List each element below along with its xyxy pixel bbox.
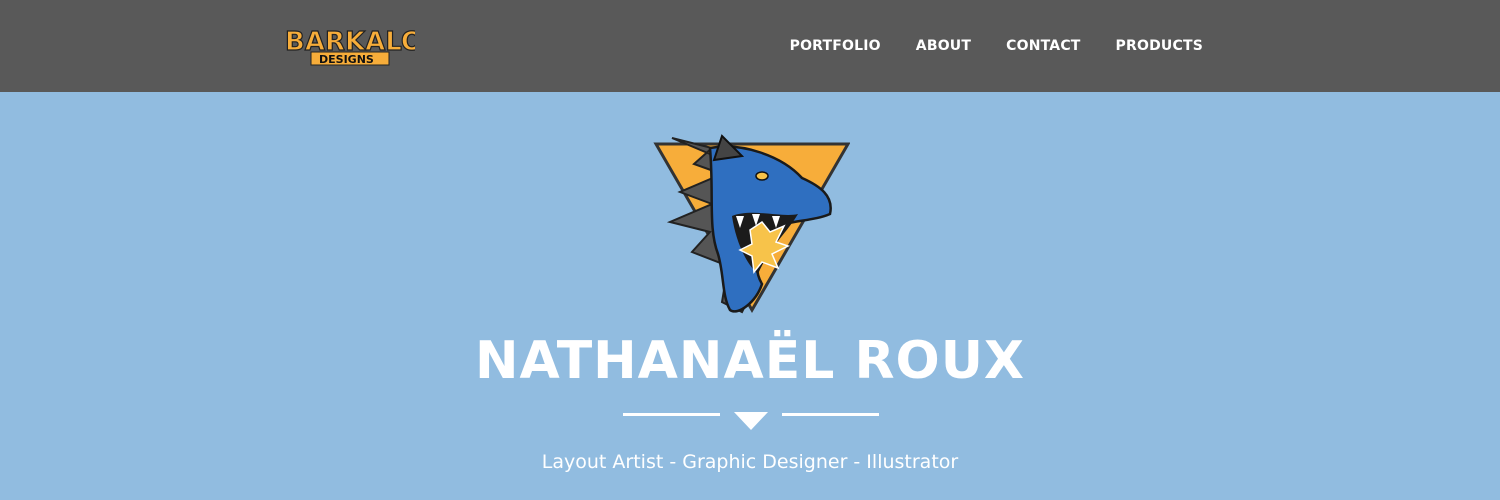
logo-wordmark-bottom: DESIGNS [319,53,374,66]
nav-portfolio[interactable]: PORTFOLIO [790,38,881,54]
nav-contact[interactable]: CONTACT [1006,38,1080,54]
chevron-down-icon [734,412,768,430]
wolf-head-emblem-icon [652,134,850,316]
divider-line-left [623,413,720,416]
divider-line-right [782,413,879,416]
title-divider [623,408,879,434]
main-nav: PORTFOLIO ABOUT CONTACT PRODUCTS [790,0,1203,92]
nav-about[interactable]: ABOUT [916,38,971,54]
top-navigation-bar: BARKALOT DESIGNS PORTFOLIO ABOUT CONTACT… [0,0,1500,92]
page-title: NATHANAËL ROUX [474,331,1026,391]
tagline: Layout Artist - Graphic Designer - Illus… [541,451,959,473]
nav-products[interactable]: PRODUCTS [1116,38,1203,54]
barkalot-logo-icon: BARKALOT DESIGNS [284,26,415,66]
site-logo[interactable]: BARKALOT DESIGNS [283,22,415,68]
